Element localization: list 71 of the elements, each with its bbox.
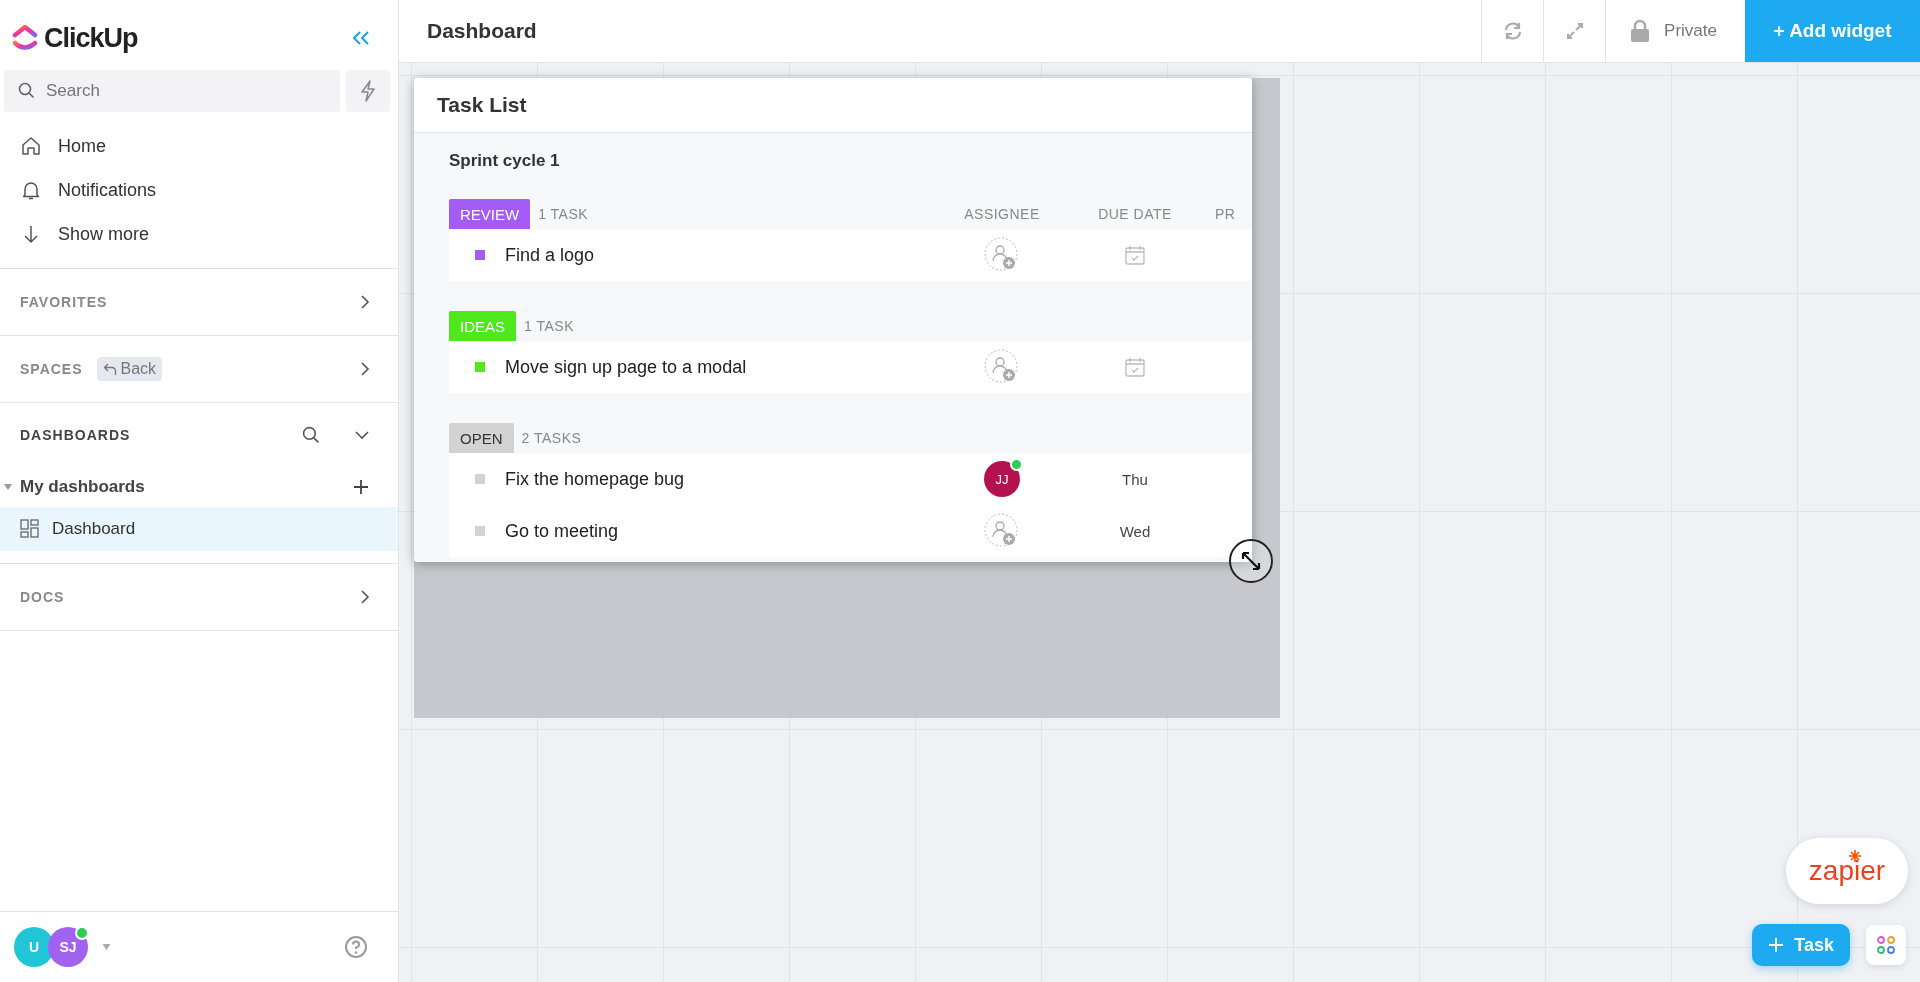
help-icon[interactable] — [344, 935, 368, 959]
assignee-avatar[interactable]: JJ — [984, 461, 1020, 497]
bell-icon — [20, 179, 42, 201]
add-assignee-icon[interactable] — [983, 236, 1021, 274]
folder-item[interactable]: My dashboards — [20, 477, 145, 497]
task-row[interactable]: Find a logo — [449, 229, 1252, 281]
apps-grid-icon — [1876, 935, 1896, 955]
caret-icon[interactable] — [102, 944, 111, 950]
zapier-button[interactable]: zapier — [1786, 838, 1908, 904]
section-heading[interactable]: FAVORITES — [20, 294, 108, 310]
user-avatar[interactable]: SJ — [48, 927, 88, 967]
section-heading[interactable]: DOCS — [20, 589, 65, 605]
status-square-icon — [475, 250, 485, 260]
status-square-icon — [475, 362, 485, 372]
asterisk-icon — [1849, 850, 1861, 862]
column-header: DUE DATE — [1097, 206, 1173, 222]
list-name: Sprint cycle 1 — [449, 151, 561, 171]
task-row[interactable]: Go to meeting Wed — [449, 505, 1252, 557]
add-assignee-icon[interactable] — [983, 512, 1021, 550]
lock-icon — [1630, 19, 1651, 43]
home-icon — [20, 135, 42, 157]
logo-text: ClickUp — [44, 22, 138, 54]
task-count: 1 TASK — [538, 206, 589, 222]
calendar-icon[interactable] — [1124, 356, 1146, 378]
back-button[interactable]: Back — [96, 357, 163, 381]
column-header: PR — [1214, 206, 1237, 222]
chevron-down-icon[interactable] — [354, 430, 370, 440]
page-title: Dashboard — [426, 19, 537, 43]
task-count: 1 TASK — [524, 318, 574, 334]
lightning-button[interactable] — [346, 70, 390, 112]
column-header: ASSIGNEE — [963, 206, 1041, 222]
task-row[interactable]: Move sign up page to a modal — [449, 341, 1252, 393]
due-date[interactable]: Thu — [1122, 470, 1148, 488]
calendar-icon[interactable] — [1124, 244, 1146, 266]
dashboard-grid-icon — [20, 519, 40, 539]
widget-title: Task List — [437, 93, 527, 117]
add-assignee-icon[interactable] — [983, 348, 1021, 386]
search-field[interactable]: Search — [4, 70, 340, 112]
task-name[interactable]: Fix the homepage bug — [505, 468, 685, 490]
task-count: 2 TASKS — [521, 430, 582, 446]
dashboard-item[interactable]: Dashboard — [0, 507, 398, 551]
plus-icon[interactable] — [352, 478, 370, 496]
refresh-icon — [1502, 21, 1523, 41]
caret-icon[interactable] — [4, 484, 12, 490]
status-square-icon — [475, 474, 485, 484]
plus-icon — [1768, 937, 1785, 953]
search-icon[interactable] — [302, 426, 320, 444]
status-square-icon — [475, 526, 485, 536]
back-arrow-icon — [102, 362, 117, 376]
clickup-logo-icon — [12, 24, 38, 52]
nav-item[interactable]: Notifications — [58, 179, 157, 201]
resize-cursor-icon[interactable] — [1228, 538, 1274, 584]
chevron-right-icon[interactable] — [360, 589, 370, 605]
task-row[interactable]: Fix the homepage bug JJ Thu — [449, 453, 1252, 505]
due-date[interactable]: Wed — [1119, 522, 1151, 540]
status-tag[interactable]: OPEN — [449, 423, 514, 453]
expand-icon — [1565, 22, 1584, 40]
nav-item[interactable]: Home — [58, 135, 106, 157]
chevron-right-icon[interactable] — [360, 294, 370, 310]
status-tag[interactable]: REVIEW — [449, 199, 531, 229]
chevron-right-icon[interactable] — [360, 361, 370, 377]
nav-item[interactable]: Show more — [58, 223, 150, 245]
task-name[interactable]: Go to meeting — [505, 520, 619, 542]
collapse-sidebar-icon[interactable] — [352, 30, 370, 46]
lightning-icon — [359, 80, 377, 102]
task-name[interactable]: Find a logo — [505, 244, 595, 266]
section-heading[interactable]: SPACES — [20, 361, 83, 377]
section-heading[interactable]: DASHBOARDS — [20, 427, 131, 443]
apps-button[interactable] — [1866, 925, 1906, 965]
search-icon — [18, 82, 35, 99]
task-name[interactable]: Move sign up page to a modal — [505, 356, 747, 378]
